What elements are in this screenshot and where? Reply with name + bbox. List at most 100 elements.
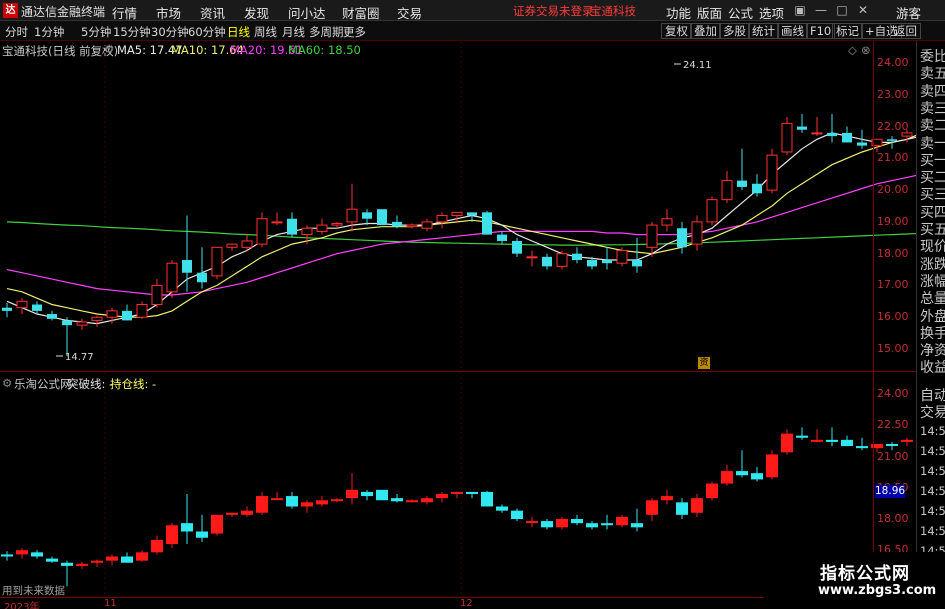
period-5min[interactable]: 5分钟	[81, 24, 111, 40]
y-tick-label: 16.00	[877, 310, 909, 324]
menu-assistant[interactable]: 问小达	[288, 3, 326, 22]
future-data-hint: 用到未来数据	[2, 585, 65, 597]
candle-body	[827, 132, 837, 137]
candle-body	[737, 180, 747, 187]
menu-discover[interactable]: 发现	[244, 3, 269, 22]
skin-icon[interactable]: ▣	[792, 2, 808, 18]
maximize-icon[interactable]: □	[834, 2, 850, 18]
period-timeshare[interactable]: 分时	[5, 24, 28, 40]
indicator-bar	[496, 506, 508, 511]
candle-body	[766, 154, 778, 191]
indicator-bar	[901, 439, 913, 442]
period-1min[interactable]: 1分钟	[34, 24, 64, 40]
candle-body	[542, 256, 552, 267]
back-button[interactable]: 返回	[890, 23, 921, 39]
candlestick-chart[interactable]: 24.11 14.77	[0, 41, 916, 371]
y-tick-label: 19.00	[877, 214, 909, 228]
indicator-bar	[736, 471, 748, 476]
date-tick: 11	[104, 598, 117, 609]
indicator-bar	[136, 552, 148, 561]
period-60min[interactable]: 60分钟	[188, 24, 226, 40]
candle-body	[151, 284, 163, 306]
indicator-bar	[76, 563, 88, 566]
indicator-bar	[421, 498, 433, 503]
candle-body	[16, 300, 28, 309]
candle-body	[362, 212, 372, 219]
candle-body	[406, 224, 418, 228]
menu-formula[interactable]: 公式	[728, 3, 753, 22]
y-tick-label: 17.00	[877, 278, 909, 292]
candle-body	[646, 224, 658, 248]
indicator-bar	[706, 483, 718, 499]
indicator-bar	[406, 500, 418, 503]
candle-body	[451, 211, 463, 217]
guest-user[interactable]: 游客	[896, 3, 921, 22]
candle-body	[106, 310, 118, 318]
info-tag-icon[interactable]: 资	[698, 357, 710, 369]
indicator-bar	[586, 523, 598, 528]
period-daily[interactable]: 日线	[227, 24, 250, 40]
indicator-bar	[46, 558, 58, 562]
draw-line-button[interactable]: 画线	[777, 23, 808, 39]
quote-field-label[interactable]: 收益	[920, 357, 945, 377]
menu-trade[interactable]: 交易	[397, 3, 422, 22]
candle-body	[166, 262, 178, 293]
menu-news[interactable]: 资讯	[200, 3, 225, 22]
indicator-bar	[511, 510, 523, 519]
tick-time: 14:56	[920, 444, 945, 458]
tick-time: 14:56	[920, 464, 945, 478]
app-logo-icon: 达	[3, 3, 18, 18]
indicator-bar	[826, 439, 838, 442]
indicator-bar	[166, 525, 178, 544]
adjust-button[interactable]: 复权	[661, 23, 692, 39]
period-toolbar: 分时 1分钟 5分钟 15分钟 30分钟 60分钟 日线 周线 月线 多周期 更…	[0, 21, 945, 41]
period-weekly[interactable]: 周线	[254, 24, 277, 40]
indicator-bar	[481, 491, 493, 507]
menu-options[interactable]: 选项	[759, 3, 784, 22]
menu-functions[interactable]: 功能	[666, 3, 691, 22]
y-tick-label: 24.00	[877, 387, 909, 400]
candle-body	[512, 240, 522, 254]
watermark-url: www.zbgs3.com	[818, 583, 937, 598]
y-tick-label: 15.00	[877, 342, 909, 355]
statistics-button[interactable]: 统计	[748, 23, 779, 39]
menu-layout[interactable]: 版面	[697, 3, 722, 22]
indicator-bar	[301, 502, 313, 507]
candle-body	[752, 183, 762, 194]
indicator-bar	[631, 523, 643, 528]
candle-body	[122, 310, 132, 321]
indicator-bar	[226, 512, 238, 515]
indicator-bar	[721, 471, 733, 484]
current-stock-name: 宝通科技	[590, 4, 636, 18]
period-more[interactable]: 更多	[343, 24, 366, 40]
app-title: 通达信金融终端	[21, 5, 106, 19]
indicator-bar	[346, 489, 358, 499]
indicator-bar	[571, 519, 583, 524]
close-icon[interactable]: ✕	[855, 2, 871, 18]
login-status[interactable]: 证券交易未登录	[513, 3, 594, 19]
candle-body	[271, 221, 283, 224]
watermark-title: 指标公式网	[820, 564, 910, 584]
f10-button[interactable]: F10	[806, 23, 836, 39]
candle-body	[661, 218, 673, 226]
minimize-icon[interactable]: —	[813, 2, 829, 18]
candle-body	[887, 139, 897, 141]
menu-wealth-circle[interactable]: 财富圈	[342, 3, 380, 22]
period-multi[interactable]: 多周期	[309, 24, 344, 40]
candle-body	[32, 304, 42, 311]
overlay-button[interactable]: 叠加	[690, 23, 721, 39]
indicator-bar	[196, 531, 208, 538]
menu-market[interactable]: 市场	[156, 3, 181, 22]
y-tick-label: 18.00	[877, 246, 909, 260]
menu-quotes[interactable]: 行情	[112, 3, 137, 22]
candle-body	[211, 246, 223, 277]
candle-body	[2, 307, 12, 311]
trade-label[interactable]: 交易	[920, 402, 945, 422]
period-15min[interactable]: 15分钟	[113, 24, 151, 40]
mark-button[interactable]: 标记	[832, 23, 863, 39]
multi-stock-button[interactable]: 多股	[719, 23, 750, 39]
y-tick-label: 22.00	[877, 119, 909, 133]
period-monthly[interactable]: 月线	[282, 24, 305, 40]
period-30min[interactable]: 30分钟	[151, 24, 189, 40]
y-tick-label: 21.00	[877, 151, 909, 165]
